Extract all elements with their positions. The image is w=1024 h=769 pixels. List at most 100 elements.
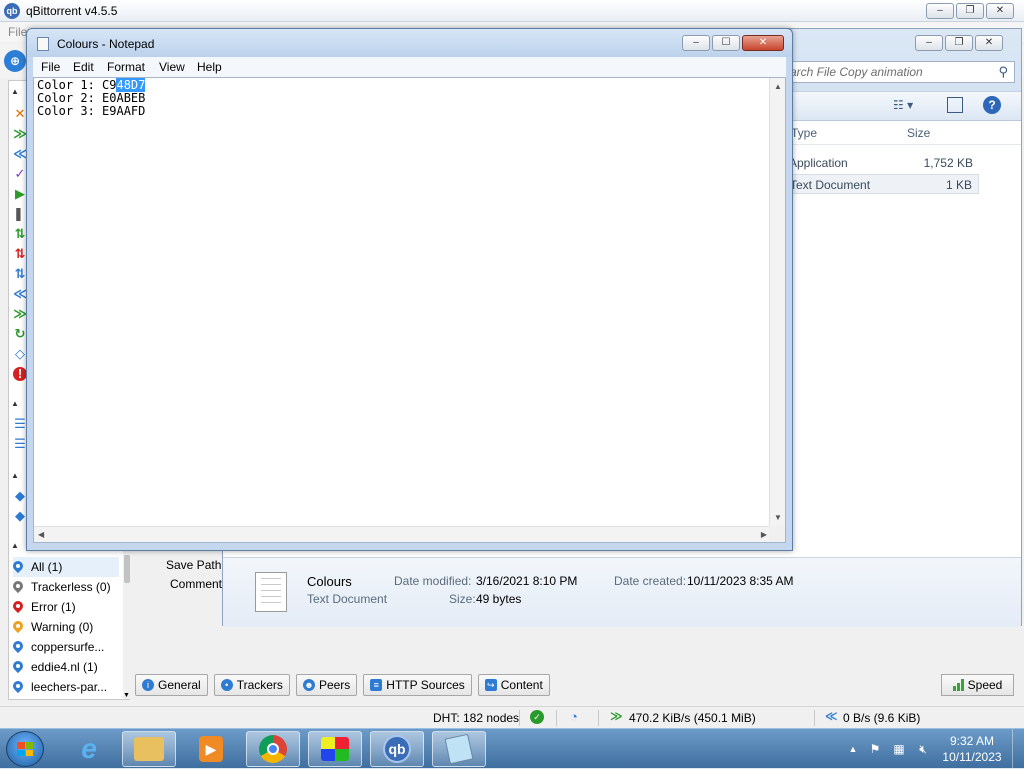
selected-text[interactable]: 48D7 <box>116 78 146 92</box>
stalled-icon[interactable]: ⇅ <box>13 267 27 281</box>
active-icon[interactable]: ⇅ <box>13 227 27 241</box>
completed-icon[interactable]: ✓ <box>13 167 27 181</box>
view-options-icon[interactable]: ☷ ▾ <box>893 98 913 112</box>
column-type[interactable]: Type <box>791 126 817 140</box>
menu-format[interactable]: Format <box>107 60 145 74</box>
close-button[interactable]: ✕ <box>986 3 1014 19</box>
volume-muted-icon[interactable]: 🔇︎ <box>916 742 930 756</box>
restore-button[interactable]: ❐ <box>945 35 973 51</box>
resize-grip[interactable] <box>769 526 785 542</box>
tab-general[interactable]: i General <box>135 674 208 696</box>
file-row[interactable]: Application 1,752 KB <box>787 153 979 173</box>
taskbar-notepad[interactable] <box>432 731 486 767</box>
tracker-item[interactable]: eddie4.nl (1) <box>13 657 119 677</box>
tab-content[interactable]: ↪ Content <box>477 674 550 696</box>
errored-icon[interactable]: ! <box>13 367 27 381</box>
media-player-icon: ▶ <box>199 736 223 762</box>
connection-status-icon[interactable]: ✓ <box>530 710 544 724</box>
tag-icon[interactable]: ◆ <box>13 509 27 523</box>
system-clock[interactable]: 9:32 AM 10/11/2023 <box>940 733 1004 765</box>
scroll-thumb[interactable] <box>124 555 130 583</box>
details-file-name: Colours <box>307 574 352 589</box>
tracker-item[interactable]: Error (1) <box>13 597 119 617</box>
show-desktop-button[interactable] <box>1012 729 1024 769</box>
taskbar-file-explorer[interactable] <box>122 731 176 767</box>
help-icon[interactable]: ? <box>983 96 1001 114</box>
scroll-down-arrow-icon[interactable]: ▼ <box>774 513 782 522</box>
file-row-selected[interactable]: Text Document 1 KB <box>787 174 979 194</box>
tracker-item[interactable]: Warning (0) <box>13 617 119 637</box>
scroll-down-arrow-icon[interactable]: ▼ <box>123 692 130 699</box>
tab-label: HTTP Sources <box>386 678 465 692</box>
sidebar-scrollbar[interactable]: ▼ <box>123 551 131 699</box>
collapse-arrow-icon[interactable]: ▲ <box>11 541 19 550</box>
search-icon[interactable]: ⚲ <box>998 64 1008 80</box>
menu-help[interactable]: Help <box>197 60 222 74</box>
seeding-icon[interactable]: ≪ <box>13 147 27 161</box>
tracker-pin-icon <box>13 601 23 613</box>
tab-peers[interactable]: ☻ Peers <box>295 674 358 696</box>
column-size[interactable]: Size <box>907 126 930 140</box>
category-list-icon[interactable]: ☰ <box>13 437 27 451</box>
menu-file[interactable]: File <box>41 60 60 74</box>
taskbar-paint[interactable] <box>308 731 362 767</box>
checking-icon[interactable]: ↻ <box>13 327 27 341</box>
collapse-arrow-icon[interactable]: ▲ <box>11 399 19 408</box>
taskbar-qbittorrent[interactable]: qb <box>370 731 424 767</box>
vertical-scrollbar[interactable]: ▲ ▼ <box>769 78 785 526</box>
tab-trackers[interactable]: • Trackers <box>213 674 290 696</box>
start-button[interactable] <box>6 731 44 767</box>
taskbar-media-player[interactable]: ▶ <box>184 731 238 767</box>
minimize-button[interactable]: – <box>682 35 710 51</box>
scroll-up-arrow-icon[interactable]: ▲ <box>774 82 782 91</box>
stalled-down-icon[interactable]: ≫ <box>13 307 27 321</box>
preview-pane-icon[interactable] <box>947 97 963 113</box>
notepad-titlebar[interactable]: Colours - Notepad – ☐ ✕ <box>27 29 792 57</box>
category-list-icon[interactable]: ☰ <box>13 417 27 431</box>
text-editor-area[interactable]: Color 1: C948D7 Color 2: E0ABEB Color 3:… <box>33 77 786 543</box>
moving-icon[interactable]: ◇ <box>13 347 27 361</box>
show-hidden-icons-icon[interactable]: ▲ <box>846 742 860 756</box>
tracker-item[interactable]: leechers-par... <box>13 677 119 697</box>
taskbar-internet-explorer[interactable]: e <box>62 731 116 767</box>
network-icon[interactable]: ▦ <box>892 742 906 756</box>
search-placeholder: arch File Copy animation <box>790 65 923 79</box>
menu-file[interactable]: File <box>8 25 27 39</box>
tag-icon[interactable]: ◆ <box>13 489 27 503</box>
close-button[interactable]: ✕ <box>742 35 784 51</box>
taskbar-chrome[interactable] <box>246 731 300 767</box>
resumed-icon[interactable]: ▶ <box>13 187 27 201</box>
tracker-item[interactable]: coppersurfe... <box>13 637 119 657</box>
notepad-window: Colours - Notepad – ☐ ✕ File Edit Format… <box>26 28 793 551</box>
downloading-icon[interactable]: ≫ <box>13 127 27 141</box>
menu-view[interactable]: View <box>159 60 185 74</box>
tab-speed[interactable]: Speed <box>941 674 1014 696</box>
horizontal-scrollbar[interactable]: ◀ ▶ <box>34 526 771 542</box>
scroll-right-arrow-icon[interactable]: ▶ <box>761 530 767 539</box>
file-type: Application <box>789 156 848 170</box>
tracker-item[interactable]: Trackerless (0) <box>13 577 119 597</box>
save-path-label: Save Path: <box>166 558 225 572</box>
alt-speed-icon[interactable]: ◔ <box>570 709 578 724</box>
minimize-button[interactable]: – <box>915 35 943 51</box>
action-center-flag-icon[interactable]: ⚑ <box>868 742 882 756</box>
size-label: Size: <box>449 592 476 606</box>
inactive-icon[interactable]: ⇅ <box>13 247 27 261</box>
close-button[interactable]: ✕ <box>975 35 1003 51</box>
minimize-button[interactable]: – <box>926 3 954 19</box>
menu-edit[interactable]: Edit <box>73 60 94 74</box>
scroll-left-arrow-icon[interactable]: ◀ <box>38 530 44 539</box>
line-text: Color 2: E0ABEB <box>37 91 146 105</box>
restore-button[interactable]: ❐ <box>956 3 984 19</box>
paused-icon[interactable]: ❚❚ <box>13 207 35 221</box>
search-input[interactable]: arch File Copy animation ⚲ <box>783 61 1015 83</box>
filter-all-icon[interactable]: ✕ <box>13 107 27 121</box>
tab-http-sources[interactable]: ≡ HTTP Sources <box>363 674 472 696</box>
tracker-item[interactable]: All (1) <box>13 557 119 577</box>
stalled-up-icon[interactable]: ≪ <box>13 287 27 301</box>
maximize-button[interactable]: ☐ <box>712 35 740 51</box>
document-text[interactable]: Color 1: C948D7 Color 2: E0ABEB Color 3:… <box>37 78 146 118</box>
collapse-arrow-icon[interactable]: ▲ <box>11 471 19 480</box>
add-link-icon[interactable]: ⊕ <box>4 50 26 72</box>
collapse-arrow-icon[interactable]: ▲ <box>11 87 19 96</box>
